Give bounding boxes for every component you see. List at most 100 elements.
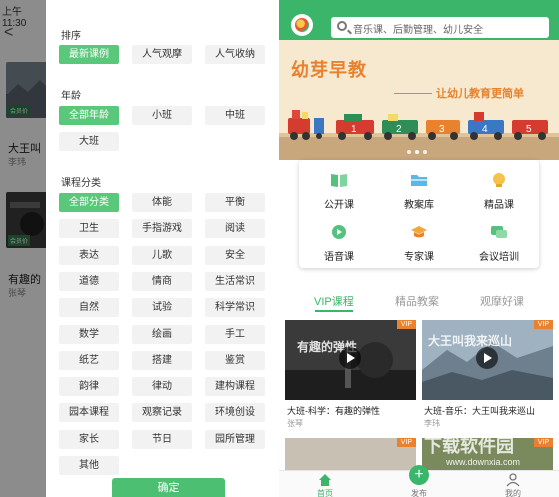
category-chip[interactable]: 建构课程 (205, 377, 265, 396)
train-number: 2 (396, 124, 402, 135)
app-logo-icon[interactable] (291, 14, 313, 36)
tab-observation-classes[interactable]: 观摩好课 (480, 293, 524, 309)
vip-badge: VIP (396, 320, 416, 329)
tab-premium-lessons[interactable]: 精品教案 (395, 293, 439, 309)
category-chip[interactable]: 节日 (132, 430, 192, 449)
category-chip[interactable]: 园本课程 (59, 403, 119, 422)
category-chip[interactable]: 绘画 (132, 325, 192, 344)
watermark-url: www.downxia.com (446, 457, 521, 467)
category-chip[interactable]: 韵律 (59, 377, 119, 396)
overlay-dim[interactable] (0, 0, 46, 497)
play-icon[interactable] (339, 347, 361, 369)
nav-home[interactable]: 首页 (295, 471, 355, 497)
vip-badge: VIP (533, 320, 553, 329)
category-chip[interactable]: 搭建 (132, 351, 192, 370)
age-chip[interactable]: 小班 (132, 106, 192, 125)
category-chip[interactable]: 数学 (59, 325, 119, 344)
video-card-partial[interactable]: VIP (285, 438, 416, 470)
train-number: 5 (526, 124, 532, 135)
category-chip[interactable]: 园所管理 (205, 430, 265, 449)
folder-icon (411, 175, 427, 186)
confirm-button[interactable]: 确定 (112, 478, 225, 497)
voice-icon (332, 225, 346, 239)
menu-item-meeting-training[interactable]: 会议培训 (459, 214, 539, 266)
menu-item-public-class[interactable]: 公开课 (299, 162, 379, 214)
category-chip[interactable]: 环境创设 (205, 403, 265, 422)
course-tabs: VIP课程 精品教案 观摩好课 (279, 290, 559, 312)
promo-banner[interactable]: 幼芽早教 让幼儿教育更简单 1 2 3 4 5 (279, 40, 559, 160)
tab-vip-courses[interactable]: VIP课程 (314, 293, 354, 309)
watermark-text: 下载软件园 (424, 436, 514, 456)
category-chip[interactable]: 道德 (59, 272, 119, 291)
category-chip[interactable]: 自然 (59, 298, 119, 317)
category-chip[interactable]: 其他 (59, 456, 119, 475)
sort-chip[interactable]: 最新课例 (59, 45, 119, 64)
video-title: 大班-音乐：大王叫我来巡山 (424, 406, 535, 416)
banner-shelf (279, 137, 559, 160)
chat-icon (491, 226, 507, 238)
sort-chip[interactable]: 人气收纳 (205, 45, 265, 64)
menu-item-voice-class[interactable]: 语音课 (299, 214, 379, 266)
user-icon (506, 473, 520, 487)
category-chip[interactable]: 试验 (132, 298, 192, 317)
nav-profile[interactable]: 我的 (483, 471, 543, 497)
category-chip[interactable]: 家长 (59, 430, 119, 449)
age-section-title: 年龄 (61, 91, 81, 102)
category-chip[interactable]: 体能 (132, 193, 192, 212)
bottom-nav: 首页 + 发布 我的 (279, 465, 559, 497)
category-chip[interactable]: 卫生 (59, 219, 119, 238)
feature-menu: 公开课 教案库 精品课 语音课 专家课 会议培训 (299, 160, 539, 268)
video-thumbnail: 有趣的弹性 VIP (285, 320, 416, 400)
age-chip[interactable]: 大班 (59, 132, 119, 151)
nav-publish[interactable]: + 发布 (389, 465, 449, 497)
category-chip[interactable]: 情商 (132, 272, 192, 291)
category-chip[interactable]: 阅读 (205, 219, 265, 238)
video-author: 李玮 (424, 419, 440, 428)
graduation-cap-icon (411, 226, 427, 238)
carousel-dot-active (415, 150, 419, 154)
video-author: 张琴 (287, 419, 303, 428)
sort-chip[interactable]: 人气观摩 (132, 45, 192, 64)
category-chip[interactable]: 纸艺 (59, 351, 119, 370)
nav-label: 首页 (317, 489, 333, 497)
filter-panel: 排序 最新课例 人气观摩 人气收纳 年龄 全部年龄 小班 中班 大班 课程分类 … (46, 0, 279, 497)
menu-label: 教案库 (404, 200, 434, 211)
menu-label: 公开课 (324, 200, 354, 211)
carousel-dot (407, 150, 411, 154)
category-chip[interactable]: 科学常识 (205, 298, 265, 317)
search-input[interactable]: 音乐课、后勤管理、幼儿安全 (331, 17, 549, 38)
play-icon[interactable] (476, 347, 498, 369)
toy-train-illustration: 1 2 3 4 5 (288, 110, 548, 140)
category-chip[interactable]: 生活常识 (205, 272, 265, 291)
menu-label: 专家课 (404, 252, 434, 263)
thumbnail-caption: 大王叫我来巡山 (428, 334, 513, 348)
age-chip[interactable]: 全部年龄 (59, 106, 119, 125)
app-home-page: 音乐课、后勤管理、幼儿安全 幼芽早教 让幼儿教育更简单 1 2 3 4 5 公开… (279, 0, 559, 497)
menu-item-expert-class[interactable]: 专家课 (379, 214, 459, 266)
plus-icon: + (409, 465, 429, 485)
menu-label: 语音课 (324, 252, 354, 263)
category-chip[interactable]: 律动 (132, 377, 192, 396)
category-chip[interactable]: 全部分类 (59, 193, 119, 212)
category-chip[interactable]: 手工 (205, 325, 265, 344)
carousel-dot (423, 150, 427, 154)
video-card[interactable]: 有趣的弹性 VIP 大班-科学：有趣的弹性 张琴 (285, 320, 416, 430)
train-number: 4 (482, 124, 488, 135)
video-card[interactable]: 大王叫我来巡山 VIP 大班-音乐：大王叫我来巡山 李玮 (422, 320, 553, 430)
category-chip[interactable]: 儿歌 (132, 246, 192, 265)
menu-item-lesson-library[interactable]: 教案库 (379, 162, 459, 214)
search-icon (337, 21, 347, 31)
menu-label: 会议培训 (479, 252, 519, 263)
category-chip[interactable]: 观察记录 (132, 403, 192, 422)
menu-item-premium-class[interactable]: 精品课 (459, 162, 539, 214)
top-bar: 音乐课、后勤管理、幼儿安全 (279, 0, 559, 40)
age-chip[interactable]: 中班 (205, 106, 265, 125)
lightbulb-icon (493, 173, 505, 187)
background-list-page: 上午11:30 < 会员价 大王叫 李玮 会员价 有趣的 张琴 (0, 0, 46, 497)
active-tab-indicator (315, 310, 353, 312)
category-chip[interactable]: 鉴赏 (205, 351, 265, 370)
category-chip[interactable]: 平衡 (205, 193, 265, 212)
category-chip[interactable]: 表达 (59, 246, 119, 265)
category-chip[interactable]: 手指游戏 (132, 219, 192, 238)
category-chip[interactable]: 安全 (205, 246, 265, 265)
